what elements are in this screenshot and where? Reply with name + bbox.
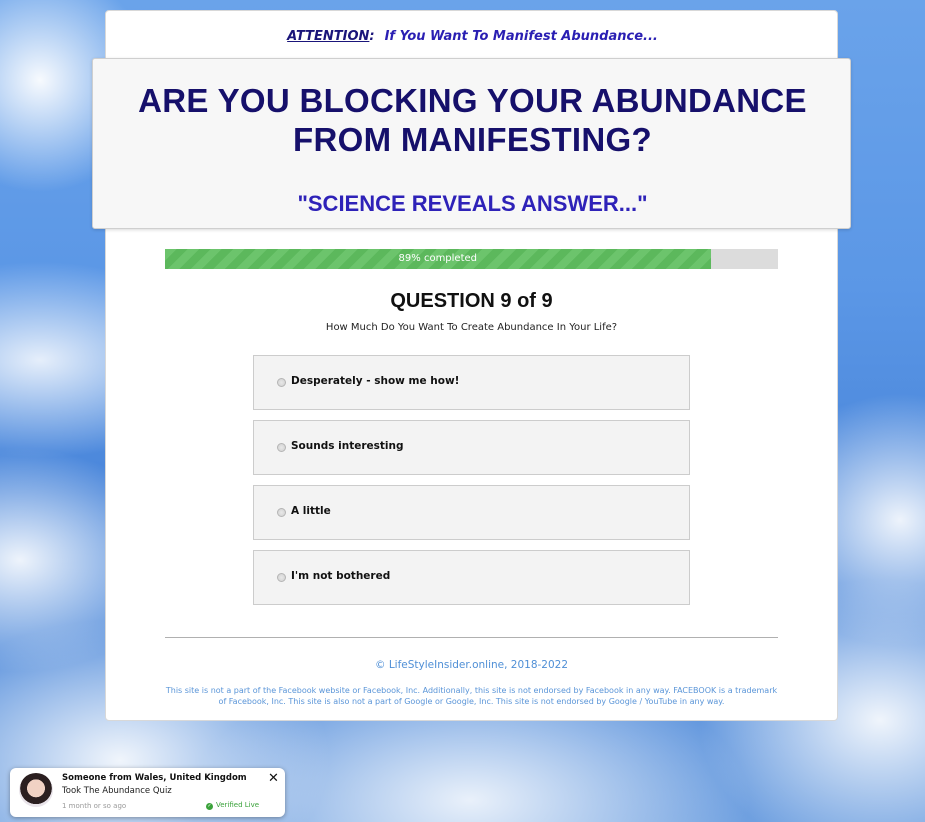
question-number: QUESTION 9 of 9: [390, 290, 553, 312]
attention-banner: ATTENTION: If You Want To Manifest Abunda…: [106, 29, 839, 44]
answer-option-4[interactable]: I'm not bothered: [253, 550, 690, 605]
question-text: How Much Do You Want To Create Abundance…: [325, 322, 618, 333]
attention-colon: :: [369, 29, 375, 44]
page-title: ARE YOU BLOCKING YOUR ABUNDANCE FROM MAN…: [93, 81, 852, 159]
check-circle-icon: ✓: [206, 803, 213, 810]
progress-label: 89% completed: [398, 253, 478, 264]
notification-who: Someone from Wales, United Kingdom: [62, 773, 247, 783]
disclaimer: This site is not a part of the Facebook …: [160, 685, 783, 707]
answer-option-2[interactable]: Sounds interesting: [253, 420, 690, 475]
headline-line-1: ARE YOU BLOCKING YOUR ABUNDANCE: [138, 82, 807, 119]
notification-time: 1 month or so ago: [62, 802, 127, 810]
subheadline: "SCIENCE REVEALS ANSWER...": [297, 191, 648, 216]
headline-line-2: FROM MANIFESTING?: [293, 121, 652, 158]
attention-text: If You Want To Manifest Abundance...: [384, 29, 658, 44]
avatar: [19, 773, 53, 807]
notification-action: Took The Abundance Quiz: [62, 786, 172, 796]
progress-bar: 89% completed: [165, 249, 778, 269]
radio-button[interactable]: [277, 573, 286, 582]
answer-label: A little: [291, 505, 331, 517]
headline-box: ARE YOU BLOCKING YOUR ABUNDANCE FROM MAN…: [92, 58, 851, 229]
close-icon[interactable]: ✕: [268, 771, 279, 786]
radio-button[interactable]: [277, 443, 286, 452]
verified-label: Verified Live: [216, 801, 260, 809]
social-proof-notification[interactable]: Someone from Wales, United Kingdom Took …: [10, 768, 285, 817]
copyright: © LifeStyleInsider.online, 2018-2022: [374, 659, 569, 671]
radio-button[interactable]: [277, 378, 286, 387]
answer-label: Desperately - show me how!: [291, 375, 460, 387]
verified-badge: ✓ Verified Live: [206, 801, 259, 810]
disclaimer-line-1: This site is not a part of the Facebook …: [165, 686, 778, 695]
radio-button[interactable]: [277, 508, 286, 517]
progress-fill: 89% completed: [165, 249, 711, 269]
disclaimer-line-2: of Facebook, Inc. This site is also not …: [218, 697, 725, 706]
attention-word: ATTENTION: [287, 29, 370, 44]
answer-label: I'm not bothered: [291, 570, 391, 582]
answer-option-1[interactable]: Desperately - show me how!: [253, 355, 690, 410]
answer-option-3[interactable]: A little: [253, 485, 690, 540]
answer-label: Sounds interesting: [291, 440, 404, 452]
footer-divider: [165, 637, 778, 638]
